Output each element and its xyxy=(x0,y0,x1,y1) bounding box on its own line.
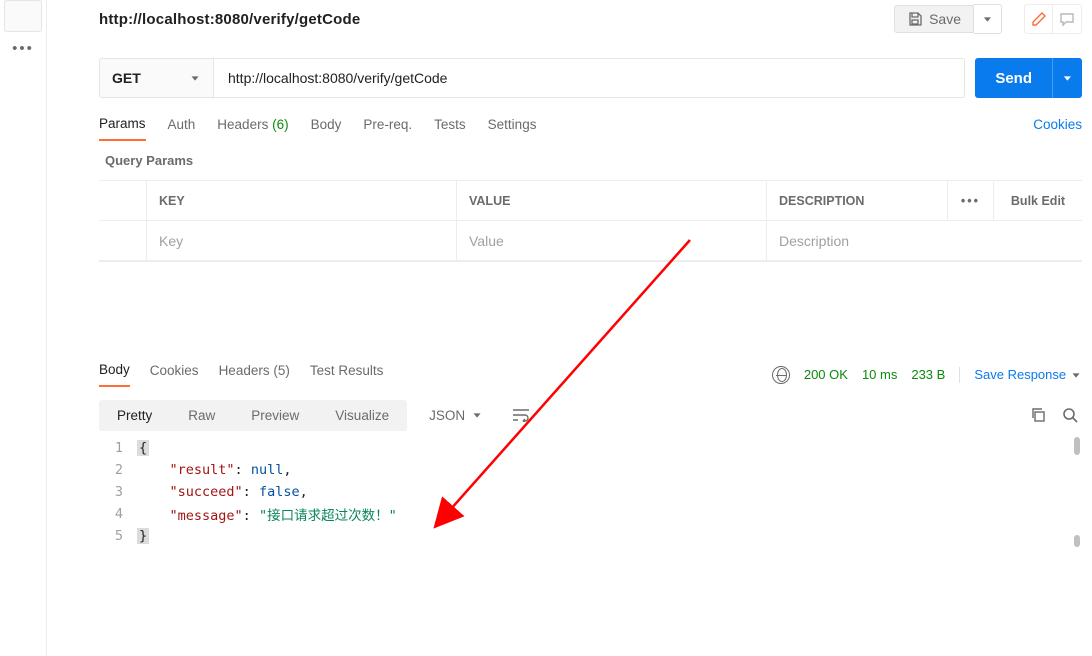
query-params-table: KEY VALUE DESCRIPTION ••• Bulk Edit Key … xyxy=(99,180,1082,262)
format-preview[interactable]: Preview xyxy=(233,400,317,431)
sidebar-more-icon[interactable]: ••• xyxy=(12,40,34,57)
resp-tab-body[interactable]: Body xyxy=(99,362,130,387)
sidebar-tab-placeholder[interactable] xyxy=(4,0,42,32)
scrollbar-thumb[interactable] xyxy=(1074,437,1080,455)
tab-body[interactable]: Body xyxy=(311,117,342,140)
status-time: 10 ms xyxy=(862,367,897,382)
tab-auth[interactable]: Auth xyxy=(168,117,196,140)
tab-settings[interactable]: Settings xyxy=(488,117,537,140)
top-right-icons xyxy=(1024,4,1082,34)
send-dropdown[interactable]: ▼ xyxy=(1052,58,1082,98)
pencil-icon xyxy=(1031,11,1047,27)
globe-icon[interactable] xyxy=(772,366,790,384)
scrollbar-thumb[interactable] xyxy=(1074,535,1080,547)
col-key: KEY xyxy=(147,181,457,221)
tab-headers[interactable]: Headers (6) xyxy=(217,117,288,140)
wrap-icon xyxy=(512,408,530,422)
bulk-edit-button[interactable]: Bulk Edit xyxy=(994,181,1082,221)
description-input[interactable]: Description xyxy=(767,221,1082,261)
status-code: 200 OK xyxy=(804,367,848,382)
col-value: VALUE xyxy=(457,181,767,221)
chevron-down-icon: ▼ xyxy=(1070,370,1082,378)
comment-icon xyxy=(1059,11,1075,27)
resp-tab-cookies[interactable]: Cookies xyxy=(150,363,199,386)
checkbox-header xyxy=(99,181,147,221)
wrap-button[interactable] xyxy=(505,399,537,431)
copy-button[interactable] xyxy=(1026,403,1050,427)
key-input[interactable]: Key xyxy=(147,221,457,261)
url-input[interactable] xyxy=(214,58,965,98)
edit-button[interactable] xyxy=(1025,5,1053,33)
tab-prereq[interactable]: Pre-req. xyxy=(363,117,412,140)
resp-tab-test-results[interactable]: Test Results xyxy=(310,363,384,386)
format-pretty[interactable]: Pretty xyxy=(99,400,170,431)
body-format-group: Pretty Raw Preview Visualize xyxy=(99,400,407,431)
col-more-icon[interactable]: ••• xyxy=(948,181,994,221)
http-method-select[interactable]: GET ▼ xyxy=(99,58,214,98)
save-button[interactable]: Save xyxy=(894,5,974,33)
chevron-down-icon: ▼ xyxy=(982,15,994,23)
format-visualize[interactable]: Visualize xyxy=(317,400,407,431)
response-body[interactable]: 1{ 2 "result": null, 3 "succeed": false,… xyxy=(99,437,1082,547)
chevron-down-icon: ▼ xyxy=(471,411,483,419)
save-icon xyxy=(907,11,923,27)
value-input[interactable]: Value xyxy=(457,221,767,261)
search-icon xyxy=(1062,407,1079,424)
comment-button[interactable] xyxy=(1053,5,1081,33)
tab-tests[interactable]: Tests xyxy=(434,117,466,140)
chevron-down-icon: ▼ xyxy=(189,74,201,82)
query-params-heading: Query Params xyxy=(47,141,1092,174)
divider xyxy=(959,367,960,383)
cookies-link[interactable]: Cookies xyxy=(1033,117,1082,140)
status-size: 233 B xyxy=(911,367,945,382)
chevron-down-icon: ▼ xyxy=(1062,74,1074,82)
resp-tab-headers[interactable]: Headers (5) xyxy=(219,363,290,386)
copy-icon xyxy=(1030,407,1046,423)
tab-params[interactable]: Params xyxy=(99,116,146,141)
save-label: Save xyxy=(929,11,961,27)
search-button[interactable] xyxy=(1058,403,1082,427)
save-response-button[interactable]: Save Response ▼ xyxy=(974,367,1082,382)
save-dropdown[interactable]: ▼ xyxy=(974,4,1002,34)
format-raw[interactable]: Raw xyxy=(170,400,233,431)
left-sidebar: ••• xyxy=(0,0,47,656)
http-method-label: GET xyxy=(112,70,189,86)
body-type-select[interactable]: JSON ▼ xyxy=(419,400,493,431)
row-checkbox[interactable] xyxy=(99,221,147,261)
col-description: DESCRIPTION xyxy=(767,181,948,221)
request-title: http://localhost:8080/verify/getCode xyxy=(99,11,360,28)
send-button[interactable]: Send xyxy=(975,58,1052,98)
